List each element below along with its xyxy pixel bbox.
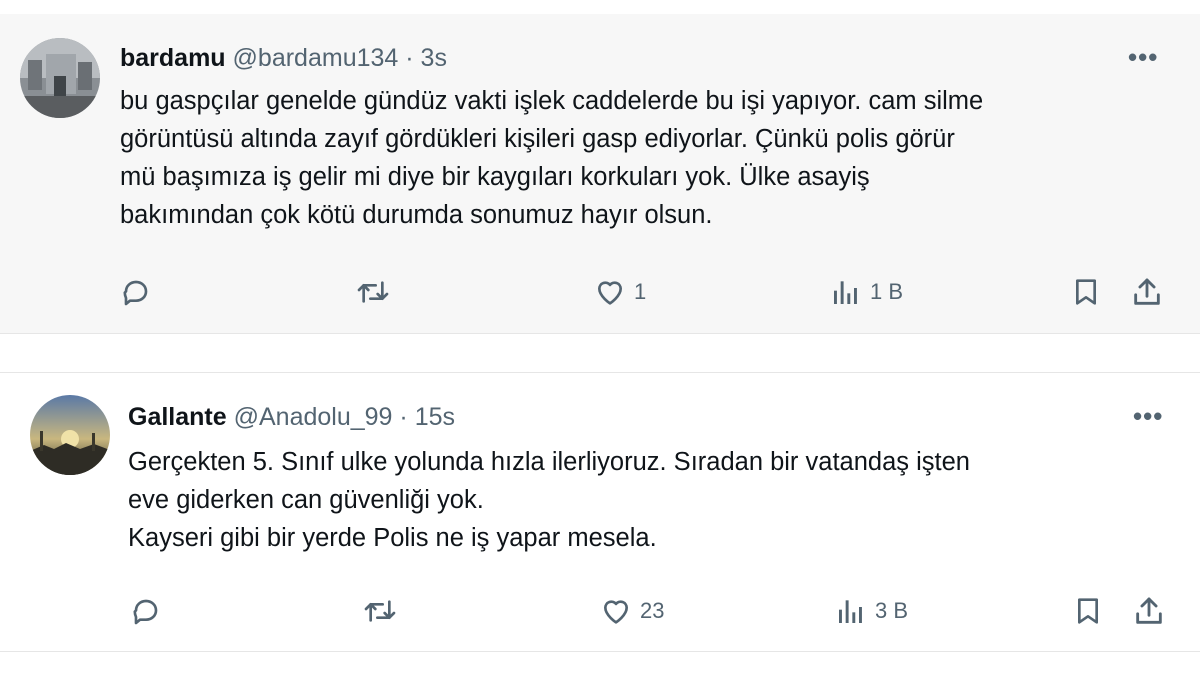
tweet-text-line: bakımından çok kötü durumda sonumuz hayı… (120, 201, 713, 229)
view-count: 1 B (870, 279, 904, 304)
bookmark-icon (1078, 598, 1098, 624)
views-button[interactable]: 1 B (830, 272, 903, 312)
action-bar: 1 1 B (0, 272, 1200, 312)
bookmark-icon (1076, 279, 1096, 305)
like-count: 1 (634, 279, 647, 304)
timestamp[interactable]: 15s (415, 403, 455, 431)
tweet-text-line: görüntüsü altında zayıf gördükleri kişil… (120, 125, 955, 153)
action-bar: 23 3 B (0, 591, 1200, 631)
heart-icon (598, 281, 622, 305)
user-handle[interactable]: @bardamu134 (233, 44, 399, 72)
views-button[interactable]: 3 B (835, 591, 908, 631)
tweet-card[interactable]: bardamu @bardamu134 · 3s ••• bu gaspçıla… (0, 14, 1200, 334)
more-options-icon[interactable]: ••• (1128, 44, 1158, 70)
reply-icon (123, 280, 148, 306)
repost-button[interactable] (355, 272, 391, 312)
like-button[interactable]: 23 (600, 591, 664, 631)
bookmark-button[interactable] (1072, 591, 1104, 631)
tweet-text-line: Gerçekten 5. Sınıf ulke yolunda hızla il… (128, 448, 970, 476)
tweet-text: bu gaspçılar genelde gündüz vakti işlek … (120, 82, 1180, 234)
repost-icon (357, 281, 389, 303)
heart-icon (604, 600, 628, 624)
avatar[interactable] (30, 395, 110, 475)
repost-icon (364, 600, 396, 622)
reply-button[interactable] (120, 272, 152, 312)
reply-button[interactable] (130, 591, 162, 631)
more-options-icon[interactable]: ••• (1133, 403, 1163, 429)
separator: · (405, 44, 414, 72)
tweet-text-line: mü başımıza iş gelir mi diye bir kaygıla… (120, 163, 870, 191)
tweet-header: bardamu @bardamu134 · 3s (120, 44, 447, 73)
tweet-text-line: Kayseri gibi bir yerde Polis ne iş yapar… (128, 524, 657, 552)
repost-button[interactable] (362, 591, 398, 631)
reply-icon (133, 599, 158, 625)
separator: · (399, 403, 408, 431)
views-chart-icon (834, 281, 857, 304)
display-name[interactable]: bardamu (120, 44, 226, 72)
share-icon (1136, 597, 1162, 624)
like-button[interactable]: 1 (594, 272, 646, 312)
share-icon (1134, 278, 1160, 305)
tweet-header: Gallante @Anadolu_99 · 15s (128, 403, 455, 432)
share-button[interactable] (1130, 272, 1164, 312)
tweet-text-line: eve giderken can güvenliği yok. (128, 486, 484, 514)
like-count: 23 (640, 598, 665, 623)
tweet-card[interactable]: Gallante @Anadolu_99 · 15s ••• Gerçekten… (0, 372, 1200, 652)
share-button[interactable] (1132, 591, 1166, 631)
view-count: 3 B (875, 598, 909, 623)
avatar[interactable] (20, 38, 100, 118)
tweet-text-line: bu gaspçılar genelde gündüz vakti işlek … (120, 87, 984, 115)
display-name[interactable]: Gallante (128, 403, 227, 431)
user-handle[interactable]: @Anadolu_99 (234, 403, 393, 431)
timestamp[interactable]: 3s (421, 44, 447, 72)
views-chart-icon (839, 600, 862, 623)
bookmark-button[interactable] (1070, 272, 1102, 312)
tweet-text: Gerçekten 5. Sınıf ulke yolunda hızla il… (128, 443, 1188, 557)
